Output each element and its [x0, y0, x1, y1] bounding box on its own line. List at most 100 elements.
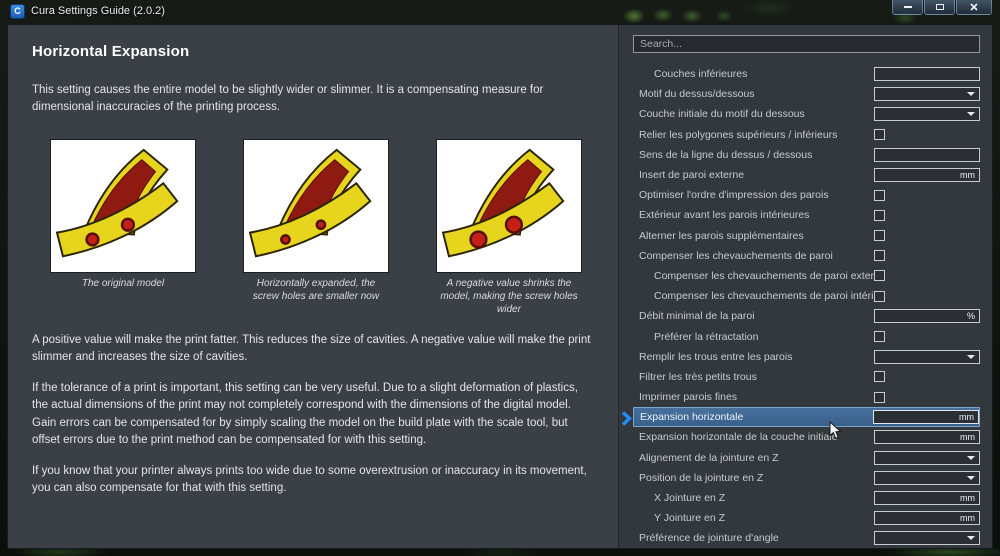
setting-row[interactable]: Alignement de la jointure en Z — [633, 448, 980, 468]
setting-checkbox[interactable] — [874, 391, 885, 403]
minimize-button[interactable] — [892, 0, 923, 15]
setting-dropdown[interactable] — [874, 349, 980, 364]
figure-row: The original model Horizontally expanded,… — [32, 138, 596, 316]
setting-row[interactable]: Filtrer les très petits trous — [633, 367, 980, 387]
titlebar[interactable]: C Cura Settings Guide (2.0.2) — [0, 0, 1000, 25]
setting-control-cell — [874, 349, 980, 364]
setting-dropdown[interactable] — [874, 87, 980, 102]
unit-label: mm — [960, 170, 975, 181]
setting-row[interactable]: Extérieur avant les parois intérieures — [633, 205, 980, 225]
setting-row[interactable]: Compenser les chevauchements de paroi — [633, 246, 980, 266]
selected-setting-arrow-icon — [621, 411, 633, 426]
maximize-icon — [935, 4, 944, 10]
window-content: Horizontal Expansion This setting causes… — [8, 25, 992, 548]
setting-dropdown[interactable] — [874, 107, 980, 122]
search-input[interactable] — [633, 35, 980, 53]
chevron-down-icon — [967, 112, 975, 117]
setting-row[interactable]: Préférer la rétractation — [633, 326, 980, 346]
setting-input[interactable]: % — [874, 309, 980, 324]
setting-row[interactable]: Alterner les parois supplémentaires — [633, 226, 980, 246]
setting-row[interactable]: Couche initiale du motif du dessous — [633, 104, 980, 124]
setting-dropdown[interactable] — [874, 450, 980, 465]
setting-row[interactable]: Insert de paroi externe mm — [633, 165, 980, 185]
setting-row[interactable]: Expansion horizontale de la couche initi… — [633, 427, 980, 447]
setting-row[interactable]: Couches inférieures — [633, 64, 980, 84]
setting-input[interactable] — [874, 67, 980, 82]
setting-checkbox[interactable] — [874, 230, 885, 242]
setting-label: Compenser les chevauchements de paroi ex… — [654, 269, 874, 282]
unit-label: mm — [959, 412, 974, 423]
setting-control-cell — [874, 331, 980, 343]
model-illustration — [55, 148, 179, 257]
setting-input[interactable]: mm — [874, 511, 980, 526]
setting-label: Insert de paroi externe — [639, 169, 745, 182]
figure: A negative value shrinks the model, maki… — [436, 138, 582, 316]
setting-row[interactable]: Y Jointure en Z mm — [633, 508, 980, 528]
setting-control-cell — [874, 250, 980, 262]
paragraph: A positive value will make the print fat… — [32, 333, 591, 363]
paragraph: If you know that your printer always pri… — [32, 465, 587, 495]
setting-label: Relier les polygones supérieurs / inféri… — [639, 128, 838, 141]
setting-checkbox[interactable] — [874, 250, 885, 262]
close-button[interactable] — [956, 0, 992, 15]
setting-row[interactable]: X Jointure en Z mm — [633, 488, 980, 508]
setting-control-cell — [874, 87, 980, 102]
setting-row[interactable]: Relier les polygones supérieurs / inféri… — [633, 125, 980, 145]
setting-checkbox[interactable] — [874, 371, 885, 383]
setting-label: Imprimer parois fines — [639, 391, 738, 404]
setting-control-cell — [874, 107, 980, 122]
figure: Horizontally expanded, the screw holes a… — [243, 138, 389, 316]
setting-label: Extérieur avant les parois intérieures — [639, 209, 810, 222]
paragraph: If the tolerance of a print is important… — [32, 382, 578, 446]
setting-control-cell — [874, 450, 980, 465]
chevron-down-icon — [967, 92, 975, 97]
setting-label: Compenser les chevauchements de paroi in… — [654, 290, 874, 303]
setting-checkbox[interactable] — [874, 290, 885, 302]
setting-control-cell — [874, 209, 980, 221]
figure-image — [243, 138, 389, 273]
setting-row[interactable]: Sens de la ligne du dessus / dessous — [633, 145, 980, 165]
setting-row[interactable]: Préférence de jointure d'angle — [633, 528, 980, 548]
setting-row[interactable]: Compenser les chevauchements de paroi in… — [633, 286, 980, 306]
setting-checkbox[interactable] — [874, 129, 885, 141]
setting-row[interactable]: Motif du dessus/dessous — [633, 84, 980, 104]
close-icon — [970, 3, 978, 11]
model-illustration — [441, 148, 565, 257]
setting-control-cell — [874, 189, 980, 201]
setting-row[interactable]: Imprimer parois fines — [633, 387, 980, 407]
setting-label: Alignement de la jointure en Z — [639, 451, 779, 464]
setting-row[interactable]: Position de la jointure en Z — [633, 468, 980, 488]
setting-checkbox[interactable] — [874, 331, 885, 343]
setting-row[interactable]: Débit minimal de la paroi% — [633, 306, 980, 326]
setting-label: Préférence de jointure d'angle — [639, 532, 779, 545]
setting-control-cell — [874, 290, 980, 302]
setting-checkbox[interactable] — [874, 270, 885, 282]
setting-label: Sens de la ligne du dessus / dessous — [639, 148, 813, 161]
setting-row[interactable]: Remplir les trous entre les parois — [633, 347, 980, 367]
setting-input[interactable]: mm — [873, 410, 979, 425]
setting-input[interactable] — [874, 147, 980, 162]
setting-dropdown[interactable] — [874, 470, 980, 485]
setting-input[interactable]: mm — [874, 168, 980, 183]
setting-label: Motif du dessus/dessous — [639, 88, 755, 101]
setting-checkbox[interactable] — [874, 189, 885, 201]
setting-row[interactable]: Compenser les chevauchements de paroi ex… — [633, 266, 980, 286]
settings-panel: Couches inférieures Motif du dessus/desso… — [618, 25, 992, 548]
setting-control-cell: mm — [874, 491, 980, 506]
setting-label: Y Jointure en Z — [654, 512, 726, 525]
setting-input[interactable]: mm — [874, 491, 980, 506]
setting-control-cell — [874, 67, 980, 82]
window-title: Cura Settings Guide (2.0.2) — [31, 5, 165, 17]
page-title: Horizontal Expansion — [32, 43, 190, 60]
setting-control-cell — [874, 147, 980, 162]
setting-input[interactable]: mm — [874, 430, 980, 445]
setting-control-cell: % — [874, 309, 980, 324]
figure-caption: A negative value shrinks the model, maki… — [440, 277, 578, 315]
setting-row[interactable]: Optimiser l'ordre d'impression des paroi… — [633, 185, 980, 205]
setting-control-cell — [874, 371, 980, 383]
setting-row[interactable]: Expansion horizontale mm — [621, 407, 980, 428]
maximize-button[interactable] — [924, 0, 955, 15]
setting-checkbox[interactable] — [874, 209, 885, 221]
setting-dropdown[interactable] — [874, 531, 980, 546]
setting-control-cell — [874, 230, 980, 242]
